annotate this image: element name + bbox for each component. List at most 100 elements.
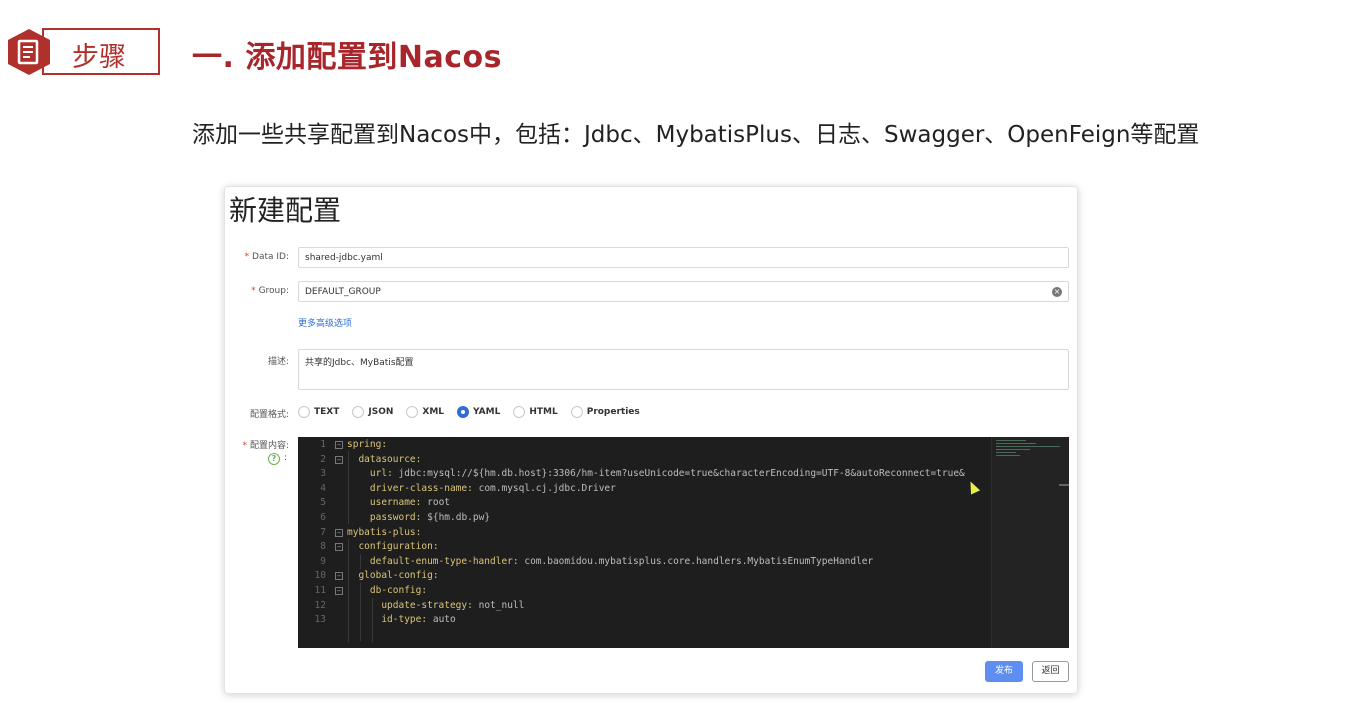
code-line: 5 username: root — [298, 496, 988, 511]
group-value: DEFAULT_GROUP — [305, 287, 381, 297]
yaml-key: default-enum-type-handler — [369, 555, 513, 567]
code-line: 4 driver-class-name: com.mysql.cj.jdbc.D… — [298, 482, 988, 497]
yaml-key: datasource — [358, 453, 416, 465]
code-text: configuration: — [347, 540, 438, 555]
radio-circle-icon — [298, 406, 310, 418]
fold-toggle-icon[interactable]: − — [335, 441, 343, 449]
back-button[interactable]: 返回 — [1032, 661, 1069, 682]
radio-label: JSON — [368, 407, 394, 417]
code-line: 11 − db-config: — [298, 584, 988, 599]
radio-circle-icon — [457, 406, 470, 418]
code-line: 6 password: ${hm.db.pw} — [298, 511, 988, 526]
yaml-key: password — [369, 512, 416, 523]
radio-circle-icon — [352, 406, 365, 418]
code-text: url: jdbc:mysql://${hm.db.host}:3306/hm-… — [347, 467, 965, 482]
radio-label: TEXT — [314, 407, 340, 417]
code-text: default-enum-type-handler: com.baomidou.… — [347, 555, 873, 570]
yaml-key: configuration — [358, 541, 433, 553]
yaml-colon: : — [415, 453, 422, 465]
data-id-label: * Data ID: — [244, 252, 289, 262]
editor-scrollbar[interactable] — [1059, 484, 1069, 486]
group-label: * Group: — [251, 286, 289, 296]
description-textarea[interactable]: 共享的Jdbc、MyBatis配置 — [298, 349, 1069, 390]
dialog-title: 新建配置 — [229, 194, 342, 227]
fold-toggle-icon[interactable]: − — [335, 455, 343, 464]
yaml-key: username — [369, 497, 416, 509]
step-badge: 步骤 — [4, 27, 160, 77]
radio-label: XML — [422, 407, 445, 417]
code-text: mybatis-plus: — [347, 526, 421, 541]
advanced-options-link[interactable]: 更多高级选项 — [298, 316, 352, 329]
yaml-colon: : — [432, 570, 439, 582]
yaml-key: global-config — [358, 570, 433, 582]
document-icon — [8, 29, 50, 75]
format-radio-xml[interactable]: XML — [406, 406, 444, 418]
radio-label: YAML — [473, 407, 501, 417]
yaml-key: driver-class-name — [369, 482, 468, 494]
yaml-value: ${hm.db.pw} — [427, 512, 491, 523]
yaml-colon: : — [381, 439, 388, 450]
line-number: 5 — [320, 497, 326, 509]
format-radio-html[interactable]: HTML — [513, 406, 558, 418]
code-text: driver-class-name: com.mysql.cj.jdbc.Dri… — [347, 482, 616, 497]
clear-icon[interactable]: × — [1052, 287, 1062, 297]
radio-label: Properties — [586, 407, 640, 417]
yaml-value: com.mysql.cj.jdbc.Driver — [478, 482, 616, 494]
code-text: update-strategy: not_null — [347, 599, 524, 614]
fold-toggle-icon[interactable]: − — [335, 572, 343, 581]
code-editor[interactable]: 1− spring: 2− datasource: 3 url: jdbc:mysql… — [298, 437, 1069, 648]
line-number: 11 — [314, 585, 326, 596]
fold-toggle-icon[interactable]: − — [335, 543, 343, 552]
line-number: 6 — [320, 512, 326, 523]
line-number: 8 — [320, 541, 326, 553]
line-number: 7 — [320, 526, 326, 538]
radio-circle-icon — [570, 406, 583, 418]
help-colon: : — [284, 453, 288, 463]
code-text: datasource: — [347, 453, 421, 468]
publish-button[interactable]: 发布 — [985, 661, 1023, 682]
format-radio-yaml[interactable]: YAML — [457, 406, 500, 418]
help-icon[interactable]: ? — [268, 453, 280, 465]
code-line: 9 default-enum-type-handler: com.baomido… — [298, 555, 988, 570]
radio-circle-icon — [513, 406, 526, 418]
group-input[interactable]: DEFAULT_GROUP × — [298, 281, 1069, 302]
yaml-key: db-config — [369, 585, 422, 596]
yaml-value: auto — [432, 614, 456, 626]
yaml-colon: : — [415, 526, 422, 538]
format-radio-properties[interactable]: Properties — [570, 406, 640, 418]
new-config-dialog: 新建配置 * Data ID: shared-jdbc.yaml * Group: … — [224, 186, 1078, 694]
yaml-value: root — [427, 497, 451, 509]
description-label: 描述: — [267, 357, 289, 367]
fold-toggle-icon[interactable]: − — [335, 528, 343, 537]
code-line: 1 − spring: — [298, 438, 988, 453]
code-line: 2− datasource: — [298, 453, 988, 468]
fold-toggle-icon[interactable]: − — [335, 587, 343, 595]
yaml-value: not_null — [478, 599, 525, 611]
code-line: 8− configuration: — [298, 540, 988, 555]
code-text: db-config: — [347, 584, 427, 599]
slide-subtitle: 添加一些共享配置到Nacos中，包括：Jdbc、MybatisPlus、日志、S… — [192, 122, 1200, 148]
code-line: 3 url: jdbc:mysql://${hm.db.host}:3306/h… — [298, 467, 988, 482]
format-radio-json[interactable]: JSON — [352, 406, 393, 418]
editor-minimap[interactable] — [991, 437, 1069, 648]
line-number: 12 — [314, 599, 326, 611]
line-number: 13 — [314, 614, 326, 626]
yaml-colon: : — [421, 585, 428, 596]
format-radio-group: TEXT JSON XML YAML HTML Properties — [298, 405, 653, 419]
yaml-key: id-type — [381, 614, 422, 626]
code-text: id-type: auto — [347, 613, 456, 628]
slide-title: 一. 添加配置到Nacos — [192, 40, 502, 75]
radio-circle-icon — [406, 406, 419, 418]
line-number: 3 — [320, 468, 326, 480]
code-text: password: ${hm.db.pw} — [347, 511, 490, 526]
format-radio-text[interactable]: TEXT — [298, 406, 339, 418]
data-id-input[interactable]: shared-jdbc.yaml — [298, 247, 1069, 268]
